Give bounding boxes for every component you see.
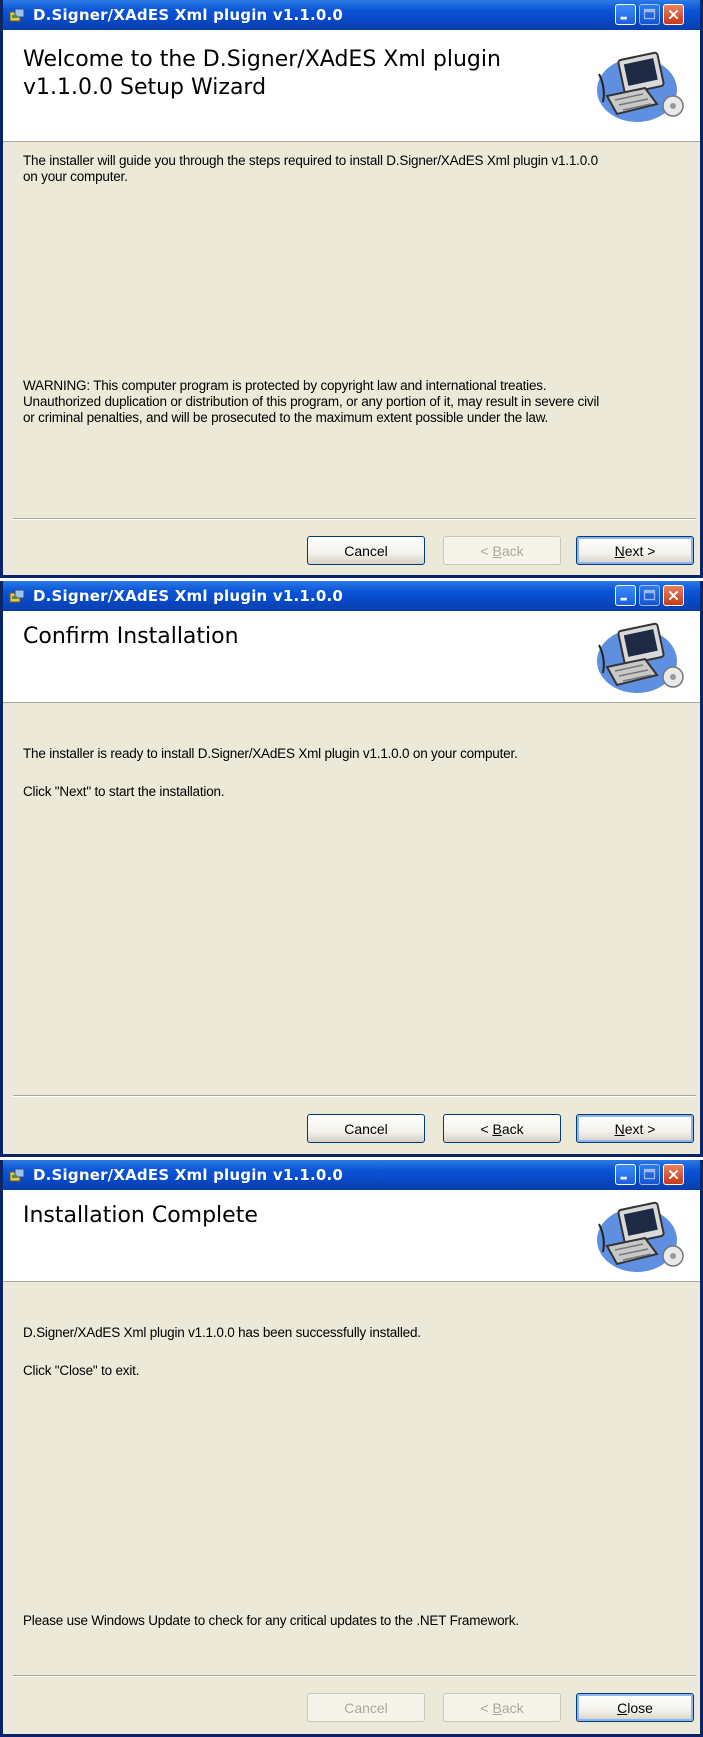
back-label-mnemonic: B bbox=[492, 542, 502, 559]
intro-text-line-1: The installer will guide you through the… bbox=[23, 153, 598, 168]
close-icon bbox=[668, 1169, 679, 1180]
warning-line-2: Unauthorized duplication or distribution… bbox=[23, 394, 600, 409]
back-button[interactable]: < Back bbox=[443, 1693, 561, 1722]
page-title: Confirm Installation bbox=[23, 624, 239, 649]
instruction-text: Click "Next" to start the installation. bbox=[23, 784, 225, 799]
cancel-label: Cancel bbox=[344, 1120, 388, 1137]
minimize-icon bbox=[620, 597, 627, 601]
next-label-rest: ext > bbox=[624, 542, 656, 559]
maximize-icon bbox=[643, 589, 656, 601]
next-button[interactable]: Next > bbox=[576, 1114, 694, 1143]
installer-app-icon bbox=[9, 589, 25, 603]
cancel-button[interactable]: Cancel bbox=[307, 1114, 425, 1143]
button-separator bbox=[13, 518, 696, 520]
next-label-rest: ext > bbox=[624, 1120, 656, 1137]
back-label-rest: ack bbox=[501, 542, 524, 559]
setup-wizard-window-welcome: D.Signer/XAdES Xml plugin v1.1.0.0 Welco… bbox=[0, 0, 703, 578]
setup-wizard-window-complete: D.Signer/XAdES Xml plugin v1.1.0.0 Insta… bbox=[0, 1160, 703, 1737]
warning-line-1: WARNING: This computer program is protec… bbox=[23, 378, 547, 393]
wizard-banner: Confirm Installation bbox=[3, 611, 700, 703]
back-label-mnemonic: B bbox=[492, 1120, 502, 1137]
back-label-prefix: < bbox=[480, 542, 493, 559]
computer-setup-icon bbox=[597, 622, 684, 693]
minimize-button[interactable] bbox=[615, 585, 636, 606]
dotnet-update-note: Please use Windows Update to check for a… bbox=[23, 1613, 519, 1628]
title-bar[interactable]: D.Signer/XAdES Xml plugin v1.1.0.0 bbox=[3, 1160, 700, 1190]
ready-text: The installer is ready to install D.Sign… bbox=[23, 746, 518, 761]
close-window-button[interactable] bbox=[663, 585, 684, 606]
back-label-mnemonic: B bbox=[492, 1699, 502, 1716]
minimize-button[interactable] bbox=[615, 1164, 636, 1185]
maximize-button[interactable] bbox=[639, 1164, 660, 1185]
setup-wizard-window-confirm: D.Signer/XAdES Xml plugin v1.1.0.0 Confi… bbox=[0, 581, 703, 1157]
close-button[interactable]: Close bbox=[576, 1693, 694, 1722]
intro-text: The installer will guide you through the… bbox=[23, 153, 693, 185]
next-button[interactable]: Next > bbox=[576, 536, 694, 565]
back-label-rest: ack bbox=[501, 1120, 524, 1137]
wizard-banner: Installation Complete bbox=[3, 1190, 700, 1282]
minimize-icon bbox=[620, 16, 627, 20]
instruction-text: Click "Close" to exit. bbox=[23, 1363, 140, 1378]
next-label-mnemonic: N bbox=[614, 542, 625, 559]
next-label-mnemonic: N bbox=[614, 1120, 625, 1137]
success-text: D.Signer/XAdES Xml plugin v1.1.0.0 has b… bbox=[23, 1325, 421, 1340]
close-label-mnemonic: C bbox=[617, 1699, 628, 1716]
wizard-banner: Welcome to the D.Signer/XAdES Xml plugin… bbox=[3, 30, 700, 142]
maximize-button[interactable] bbox=[639, 4, 660, 25]
cancel-button[interactable]: Cancel bbox=[307, 536, 425, 565]
close-label-rest: lose bbox=[627, 1699, 653, 1716]
back-label-prefix: < bbox=[480, 1699, 493, 1716]
computer-setup-icon bbox=[597, 51, 684, 122]
intro-text-line-2: on your computer. bbox=[23, 169, 128, 184]
maximize-button[interactable] bbox=[639, 585, 660, 606]
installer-app-icon bbox=[9, 8, 25, 22]
back-button[interactable]: < Back bbox=[443, 1114, 561, 1143]
button-separator bbox=[13, 1095, 696, 1097]
minimize-icon bbox=[620, 1176, 627, 1180]
window-title: D.Signer/XAdES Xml plugin v1.1.0.0 bbox=[33, 6, 344, 24]
back-button[interactable]: < Back bbox=[443, 536, 561, 565]
close-icon bbox=[668, 9, 679, 20]
installer-app-icon bbox=[9, 1168, 25, 1182]
close-window-button[interactable] bbox=[663, 4, 684, 25]
button-separator bbox=[13, 1675, 696, 1677]
warning-line-3: or criminal penalties, and will be prose… bbox=[23, 410, 549, 425]
cancel-button[interactable]: Cancel bbox=[307, 1693, 425, 1722]
window-title: D.Signer/XAdES Xml plugin v1.1.0.0 bbox=[33, 1166, 344, 1184]
minimize-button[interactable] bbox=[615, 4, 636, 25]
close-window-button[interactable] bbox=[663, 1164, 684, 1185]
maximize-icon bbox=[643, 8, 656, 20]
page-title: Installation Complete bbox=[23, 1203, 258, 1228]
cancel-label: Cancel bbox=[344, 542, 388, 559]
title-bar[interactable]: D.Signer/XAdES Xml plugin v1.1.0.0 bbox=[3, 0, 700, 30]
window-title: D.Signer/XAdES Xml plugin v1.1.0.0 bbox=[33, 587, 344, 605]
close-icon bbox=[668, 590, 679, 601]
back-label-rest: ack bbox=[501, 1699, 524, 1716]
back-label-prefix: < bbox=[480, 1120, 493, 1137]
page-title: Welcome to the D.Signer/XAdES Xml plugin… bbox=[23, 46, 501, 102]
page-title-line-2: v1.1.0.0 Setup Wizard bbox=[23, 75, 267, 100]
page-title-line-1: Welcome to the D.Signer/XAdES Xml plugin bbox=[23, 47, 501, 72]
title-bar[interactable]: D.Signer/XAdES Xml plugin v1.1.0.0 bbox=[3, 581, 700, 611]
computer-setup-icon bbox=[597, 1201, 684, 1272]
copyright-warning-text: WARNING: This computer program is protec… bbox=[23, 378, 693, 426]
cancel-label: Cancel bbox=[344, 1699, 388, 1716]
maximize-icon bbox=[643, 1168, 656, 1180]
